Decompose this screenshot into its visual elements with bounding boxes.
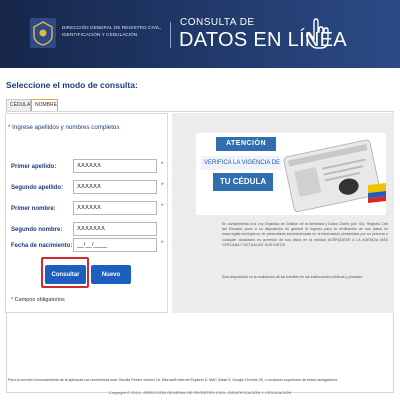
tab-cedula[interactable]: CÉDULA	[6, 99, 31, 111]
nuevo-button[interactable]: Nuevo	[91, 265, 131, 284]
tab-nombre[interactable]: NOMBRE	[31, 99, 58, 111]
verifica-label: VERIFICA LA VIGENCIA DE	[201, 156, 281, 170]
required-mark: *	[161, 204, 164, 210]
registro-civil-logo-icon	[30, 18, 56, 48]
form-title: * Ingrese apellidos y nombres completos	[8, 124, 119, 131]
header-consulta: CONSULTA DE	[180, 17, 255, 28]
consultar-button[interactable]: Consultar	[45, 265, 86, 284]
required-mark: *	[161, 162, 164, 168]
required-fields-text: Campos obligatorios	[14, 297, 65, 303]
info-paragraph-1: En cumplimiento a la Ley Orgánica de Ges…	[222, 222, 388, 247]
primer-apellido-input[interactable]	[73, 159, 157, 173]
form-title-text: Ingrese apellidos y nombres completos	[12, 124, 120, 131]
required-fields-note: * Campos obligatorios	[11, 297, 65, 303]
primer-nombre-input[interactable]	[73, 201, 157, 215]
label-segundo-nombre: Segundo nombre:	[11, 227, 63, 233]
required-mark: *	[161, 241, 164, 247]
tu-cedula-label: TU CÉDULA	[213, 173, 273, 191]
info-paragraph-2: Esta disposición es la realización de lo…	[222, 275, 364, 279]
segundo-apellido-input[interactable]	[73, 180, 157, 194]
segundo-nombre-input[interactable]	[73, 222, 157, 236]
copyright: Copyright © 2014 - DIRECCIÓN GENERAL DE …	[108, 390, 292, 395]
label-segundo-apellido: Segundo apellido:	[11, 185, 63, 191]
label-primer-apellido: Primer apellido:	[11, 164, 57, 170]
label-primer-nombre: Primer nombre:	[11, 206, 56, 212]
mode-title: Seleccione el modo de consulta:	[6, 80, 138, 90]
pointing-hand-icon	[306, 18, 329, 49]
required-mark: *	[161, 183, 164, 189]
agency-name: DIRECCIÓN GENERAL DE REGISTRO CIVIL, IDE…	[62, 25, 162, 37]
required-star-icon: *	[11, 297, 14, 303]
required-star-icon: *	[8, 124, 11, 131]
atencion-label: ATENCIÓN	[216, 137, 276, 151]
fecha-nacimiento-input[interactable]	[73, 238, 157, 252]
header-divider	[170, 22, 171, 48]
label-fecha-nacimiento: Fecha de nacimiento:	[11, 243, 73, 249]
browser-recommendation: Para el correcto funcionamiento de la ap…	[8, 378, 339, 382]
